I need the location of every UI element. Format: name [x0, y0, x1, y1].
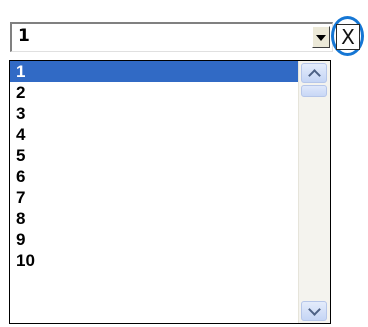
list-item[interactable]: 2 — [10, 82, 299, 103]
list-item[interactable]: 6 — [10, 166, 299, 187]
combobox-selected-value: 1 — [18, 26, 30, 46]
vertical-scrollbar[interactable] — [298, 61, 330, 323]
list-item[interactable]: 3 — [10, 103, 299, 124]
scroll-up-arrow-icon[interactable] — [301, 63, 327, 83]
scroll-down-arrow-icon[interactable] — [301, 301, 327, 321]
scrollbar-thumb[interactable] — [301, 85, 327, 97]
close-button[interactable]: X — [336, 24, 360, 50]
dropdown-list[interactable]: 1 2 3 4 5 6 7 8 9 10 — [9, 60, 331, 324]
dropdown-arrow-icon[interactable] — [312, 26, 330, 48]
list-item[interactable]: 1 — [10, 61, 299, 82]
close-icon: X — [341, 25, 355, 49]
number-combobox[interactable]: 1 — [10, 22, 333, 52]
dropdown-list-items: 1 2 3 4 5 6 7 8 9 10 — [10, 61, 299, 271]
list-item[interactable]: 9 — [10, 229, 299, 250]
list-item[interactable]: 7 — [10, 187, 299, 208]
list-item[interactable]: 10 — [10, 250, 299, 271]
list-item[interactable]: 4 — [10, 124, 299, 145]
list-item[interactable]: 5 — [10, 145, 299, 166]
list-item[interactable]: 8 — [10, 208, 299, 229]
